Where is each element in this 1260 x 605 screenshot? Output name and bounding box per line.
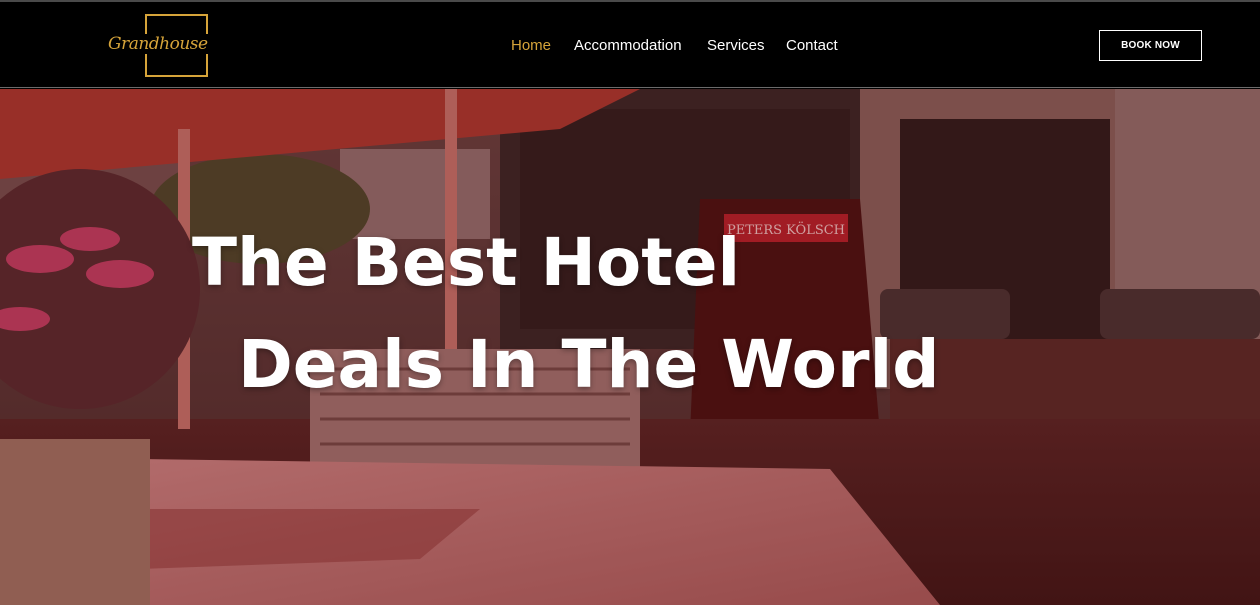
hero-section: PETERS KÖLSCH The Best Hotel Deals In Th… (0, 89, 1260, 605)
headline-line-1: The Best Hotel (192, 224, 741, 301)
navbar: Grandhouse Home Accommodation Services C… (0, 2, 1260, 88)
nav-link-home[interactable]: Home (511, 37, 551, 54)
logo[interactable]: Grandhouse (102, 14, 210, 78)
nav-link-accommodation[interactable]: Accommodation (574, 37, 682, 54)
headline-line-2: Deals In The World (238, 326, 940, 403)
hero-headline: The Best Hotel Deals In The World (0, 89, 1260, 605)
nav-link-contact[interactable]: Contact (786, 37, 838, 54)
nav-link-services[interactable]: Services (707, 37, 765, 54)
book-now-button[interactable]: BOOK NOW (1099, 30, 1202, 61)
logo-text: Grandhouse (106, 34, 210, 54)
